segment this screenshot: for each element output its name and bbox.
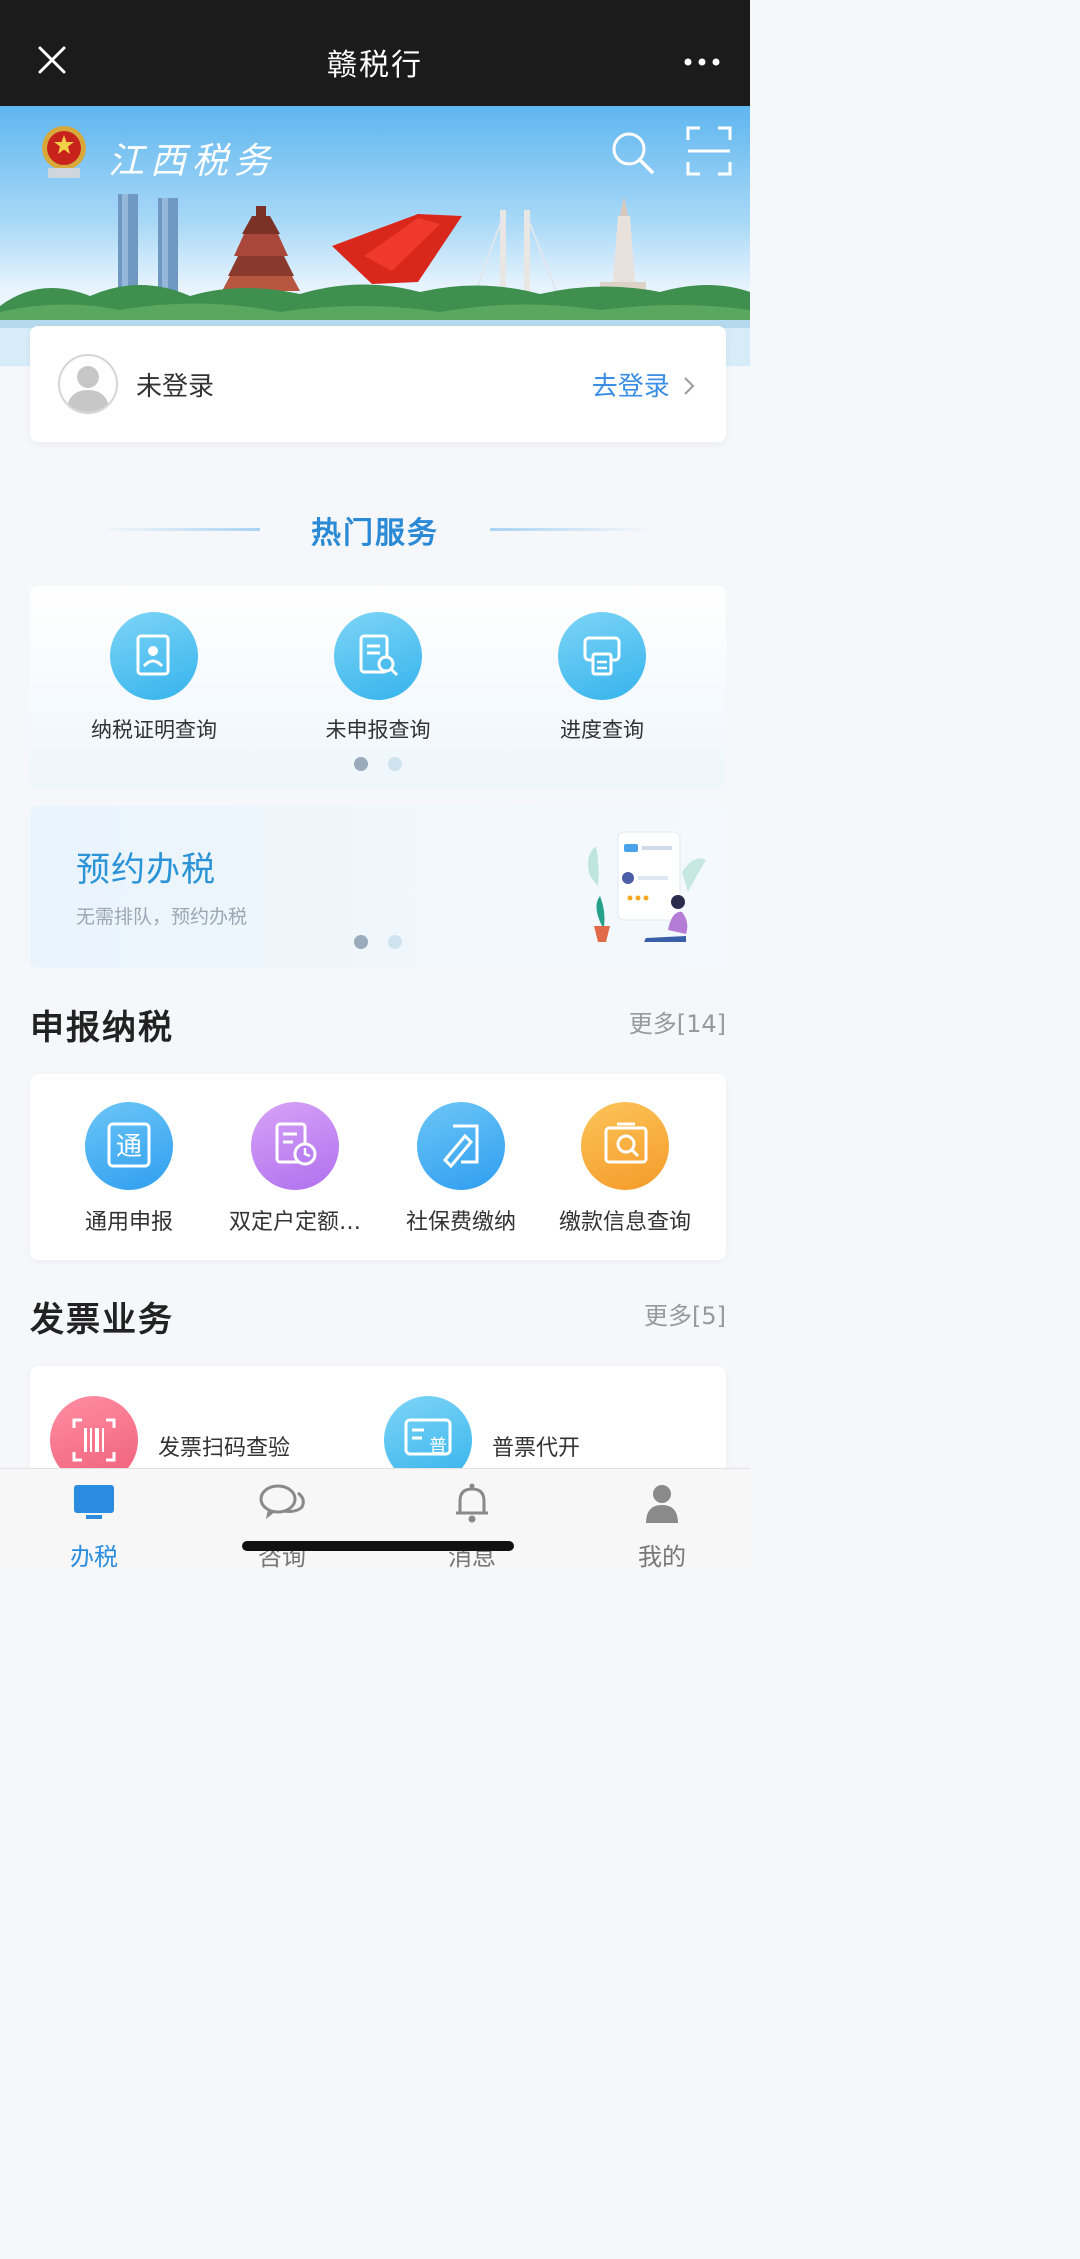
nav-tab-label: 办税 bbox=[70, 1543, 118, 1571]
user-avatar-icon bbox=[66, 366, 110, 412]
brand-logo-text: 江西税务 bbox=[108, 141, 277, 182]
emblem-logo-icon bbox=[42, 126, 86, 178]
declaration-more-link[interactable]: 更多[14] bbox=[629, 1004, 726, 1039]
scan-icon[interactable] bbox=[686, 126, 732, 176]
chevron-right-icon bbox=[684, 377, 695, 395]
nav-tab-consult[interactable]: 咨询 bbox=[222, 1481, 342, 1572]
nav-tab-mine[interactable]: 我的 bbox=[602, 1481, 722, 1572]
nav-tab-tax[interactable]: 办税 bbox=[34, 1481, 154, 1572]
hot-item-label: 纳税证明查询 bbox=[91, 718, 217, 742]
chat-icon bbox=[259, 1484, 305, 1519]
login-card[interactable]: 未登录 去登录 bbox=[30, 326, 726, 442]
declaration-card: 通 通用申报 双定户定额… 社保费缴纳 缴款信息查询 bbox=[30, 1074, 726, 1260]
hot-services-header: 热门服务 bbox=[0, 500, 750, 560]
carousel-dot[interactable] bbox=[388, 935, 402, 949]
carousel-dots bbox=[30, 934, 726, 953]
page-title: 赣税行 bbox=[327, 48, 423, 83]
invoice-item-label: 普票代开 bbox=[492, 1436, 581, 1461]
decl-item-label: 缴款信息查询 bbox=[558, 1210, 691, 1235]
login-status: 未登录 bbox=[136, 372, 215, 402]
section-title-invoice: 发票业务 bbox=[30, 1300, 174, 1340]
carousel-dot-active[interactable] bbox=[354, 757, 368, 771]
booking-subtitle: 无需排队，预约办税 bbox=[76, 906, 248, 928]
carousel-dots bbox=[30, 756, 726, 775]
decl-item-fixed-quota[interactable]: 双定户定额… bbox=[212, 1102, 378, 1236]
nav-tab-messages[interactable]: 消息 bbox=[412, 1481, 532, 1572]
section-title-declaration: 申报纳税 bbox=[30, 1008, 174, 1048]
hot-services-card: 纳税证明查询 未申报查询 进度查询 bbox=[30, 586, 726, 788]
nav-tab-label: 我的 bbox=[638, 1543, 686, 1571]
monitor-icon bbox=[74, 1485, 114, 1519]
document-search-icon bbox=[334, 612, 422, 700]
hot-item-tax-certificate[interactable]: 纳税证明查询 bbox=[54, 612, 254, 744]
divider bbox=[490, 528, 650, 531]
carousel-dot-active[interactable] bbox=[354, 935, 368, 949]
booking-title: 预约办税 bbox=[76, 850, 216, 890]
invoice-section-header: 发票业务 更多[5] bbox=[30, 1292, 726, 1342]
booking-illustration-icon bbox=[588, 831, 706, 942]
more-icon[interactable] bbox=[682, 52, 722, 72]
printer-icon bbox=[558, 612, 646, 700]
invoice-more-link[interactable]: 更多[5] bbox=[644, 1296, 726, 1331]
bell-icon bbox=[456, 1483, 488, 1523]
home-indicator bbox=[242, 1541, 514, 1551]
search-icon[interactable] bbox=[610, 130, 656, 176]
booking-banner[interactable]: 预约办税 无需排队，预约办税 bbox=[30, 806, 726, 968]
decl-item-label: 社保费缴纳 bbox=[405, 1210, 516, 1235]
pen-paper-icon bbox=[417, 1102, 505, 1190]
login-link[interactable]: 去登录 bbox=[592, 366, 696, 403]
avatar bbox=[58, 354, 118, 414]
declaration-section-header: 申报纳税 更多[14] bbox=[30, 1000, 726, 1050]
svg-text:通: 通 bbox=[116, 1132, 142, 1162]
carousel-dot[interactable] bbox=[388, 757, 402, 771]
hot-item-progress[interactable]: 进度查询 bbox=[502, 612, 702, 744]
bottom-navigation: 办税 咨询 消息 我的 bbox=[0, 1468, 750, 1571]
receipt-search-icon bbox=[581, 1102, 669, 1190]
hot-item-undeclared[interactable]: 未申报查询 bbox=[278, 612, 478, 744]
invoice-item-label: 发票扫码查验 bbox=[158, 1436, 291, 1461]
svg-text:普: 普 bbox=[429, 1436, 447, 1457]
title-bar: 赣税行 bbox=[0, 0, 750, 106]
decl-item-label: 通用申报 bbox=[84, 1210, 173, 1235]
decl-item-general[interactable]: 通 通用申报 bbox=[46, 1102, 212, 1236]
hot-item-label: 进度查询 bbox=[560, 718, 644, 742]
decl-item-payment-query[interactable]: 缴款信息查询 bbox=[542, 1102, 708, 1236]
decl-item-social-security[interactable]: 社保费缴纳 bbox=[378, 1102, 544, 1236]
person-icon bbox=[646, 1485, 678, 1523]
tong-icon: 通 bbox=[85, 1102, 173, 1190]
hot-item-label: 未申报查询 bbox=[325, 718, 431, 742]
decl-item-label: 双定户定额… bbox=[228, 1210, 361, 1235]
calendar-doc-icon bbox=[251, 1102, 339, 1190]
certificate-icon bbox=[110, 612, 198, 700]
login-link-label: 去登录 bbox=[591, 372, 670, 402]
